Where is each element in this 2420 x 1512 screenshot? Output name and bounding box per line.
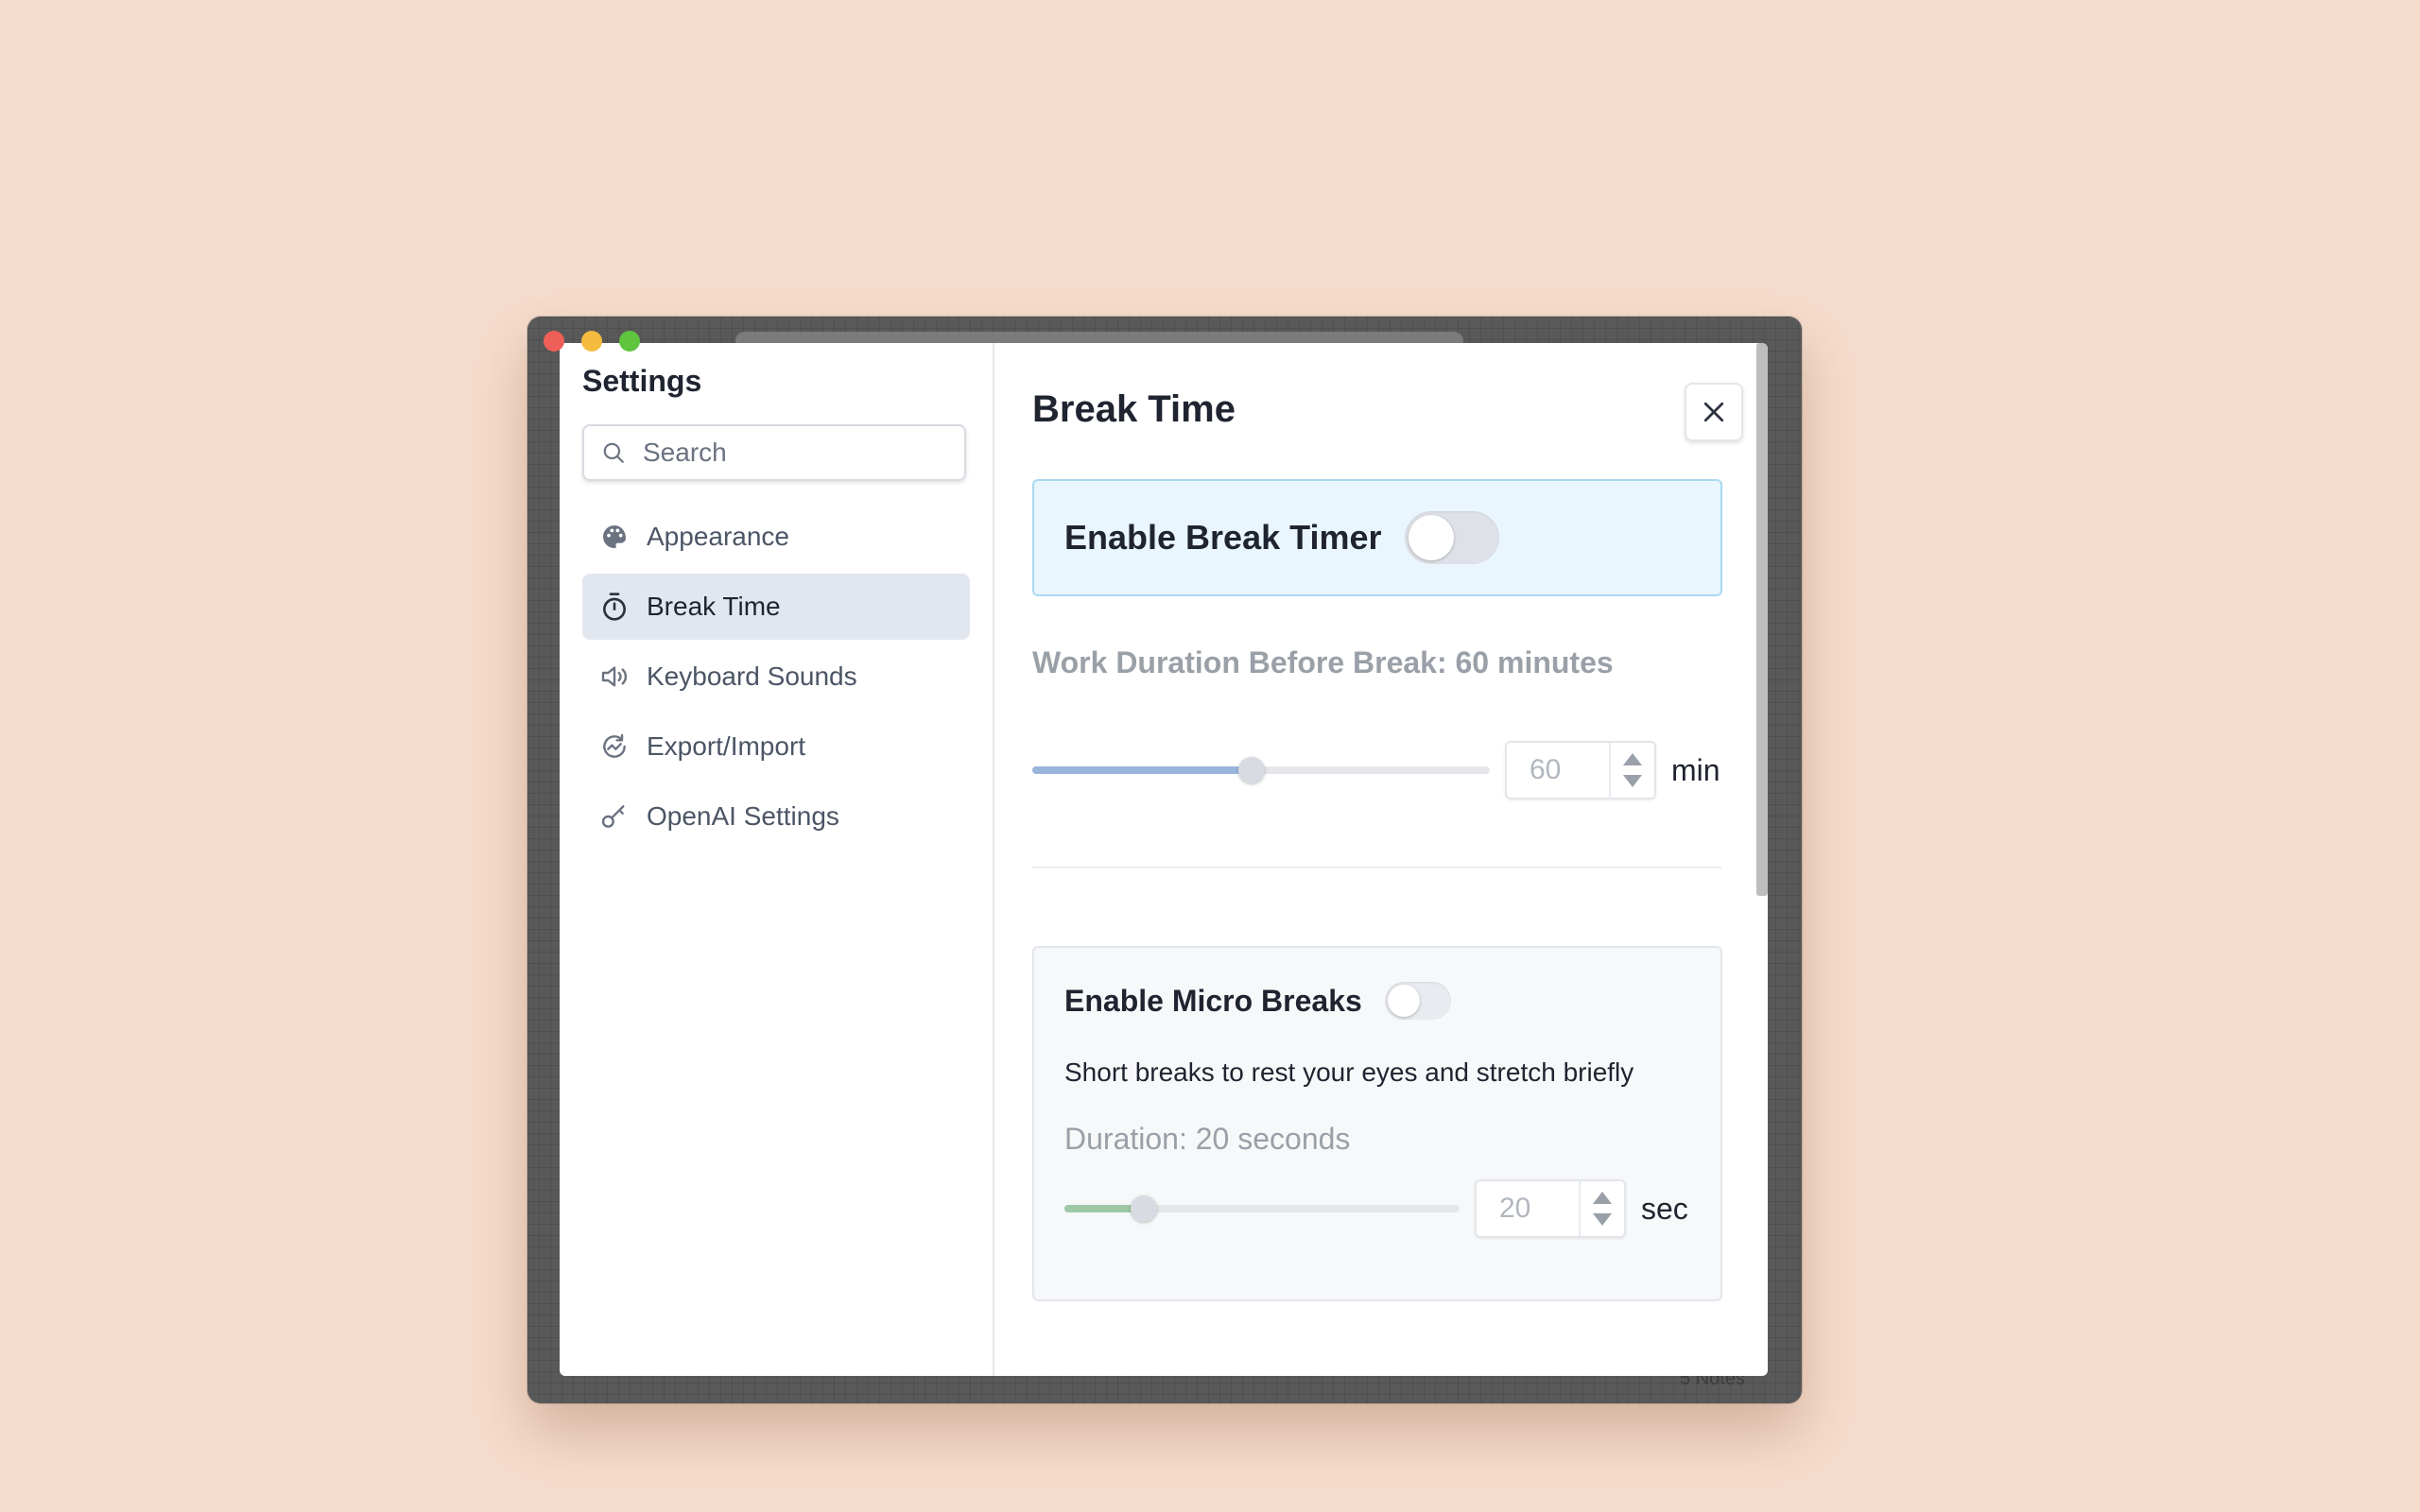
micro-breaks-toggle[interactable]: [1384, 982, 1451, 1020]
micro-duration-slider[interactable]: [1064, 1195, 1460, 1222]
sidebar-item-label: Break Time: [647, 592, 781, 621]
speaker-icon: [597, 660, 631, 694]
zoom-window-button[interactable]: [619, 331, 640, 352]
page-title: Break Time: [1032, 388, 1236, 430]
palette-icon: [597, 520, 631, 554]
increment-icon[interactable]: [1623, 752, 1642, 765]
micro-duration-value: 20: [1499, 1193, 1531, 1224]
sidebar-item-openai-settings[interactable]: OpenAI Settings: [582, 783, 970, 850]
slider-thumb[interactable]: [1238, 757, 1266, 783]
key-icon: [597, 799, 631, 833]
sidebar-item-label: OpenAI Settings: [647, 801, 839, 831]
settings-content: Break Time Enable Break Timer Work Durat…: [994, 343, 1768, 1376]
micro-duration-stepper: [1579, 1181, 1624, 1236]
micro-duration-unit: sec: [1641, 1191, 1688, 1226]
close-window-button[interactable]: [544, 331, 564, 352]
micro-duration-row: 20 sec: [1064, 1179, 1688, 1238]
settings-dialog: Settings Appearance: [560, 343, 1768, 1376]
work-duration-value: 60: [1530, 754, 1562, 785]
sidebar-item-keyboard-sounds[interactable]: Keyboard Sounds: [582, 644, 970, 710]
toggle-knob: [1408, 515, 1454, 560]
sidebar-item-break-time[interactable]: Break Time: [582, 574, 970, 640]
sidebar-title: Settings: [582, 364, 702, 398]
timer-icon: [597, 590, 631, 624]
sidebar-item-label: Export/Import: [647, 731, 806, 761]
content-scrollbar[interactable]: [1756, 343, 1768, 896]
work-duration-input[interactable]: 60: [1505, 741, 1656, 799]
micro-breaks-description: Short breaks to rest your eyes and stret…: [1064, 1057, 1634, 1087]
settings-sidebar: Settings Appearance: [560, 343, 994, 1376]
work-duration-unit: min: [1671, 752, 1720, 787]
section-divider: [1032, 867, 1722, 868]
slider-thumb[interactable]: [1130, 1195, 1157, 1222]
work-duration-slider[interactable]: [1032, 757, 1490, 783]
search-input[interactable]: [641, 437, 947, 469]
search-field[interactable]: [582, 424, 966, 481]
minimize-window-button[interactable]: [581, 331, 602, 352]
break-timer-label: Enable Break Timer: [1064, 518, 1382, 557]
settings-nav: Appearance Break Time Keyboard Sounds Ex…: [582, 504, 970, 853]
work-duration-row: 60 min: [1032, 741, 1720, 799]
decrement-icon[interactable]: [1593, 1213, 1612, 1227]
search-icon: [603, 442, 624, 463]
sidebar-item-label: Keyboard Sounds: [647, 662, 857, 691]
work-duration-stepper: [1609, 743, 1654, 798]
slider-fill: [1032, 766, 1253, 774]
work-duration-label: Work Duration Before Break: 60 minutes: [1032, 645, 1614, 679]
close-icon: [1703, 402, 1724, 422]
toggle-knob: [1387, 985, 1420, 1017]
close-button[interactable]: [1685, 383, 1743, 441]
micro-breaks-label: Enable Micro Breaks: [1064, 983, 1362, 1018]
decrement-icon[interactable]: [1623, 775, 1642, 788]
micro-breaks-header: Enable Micro Breaks: [1064, 982, 1451, 1020]
sidebar-item-export-import[interactable]: Export/Import: [582, 713, 970, 780]
sync-icon: [597, 730, 631, 764]
micro-duration-label: Duration: 20 seconds: [1064, 1122, 1351, 1156]
sidebar-item-appearance[interactable]: Appearance: [582, 504, 970, 570]
break-timer-card: Enable Break Timer: [1032, 479, 1722, 596]
micro-duration-input[interactable]: 20: [1475, 1179, 1626, 1238]
sidebar-item-label: Appearance: [647, 522, 790, 551]
increment-icon[interactable]: [1593, 1191, 1612, 1204]
micro-breaks-card: Enable Micro Breaks Short breaks to rest…: [1032, 946, 1722, 1301]
break-timer-toggle[interactable]: [1404, 511, 1499, 564]
